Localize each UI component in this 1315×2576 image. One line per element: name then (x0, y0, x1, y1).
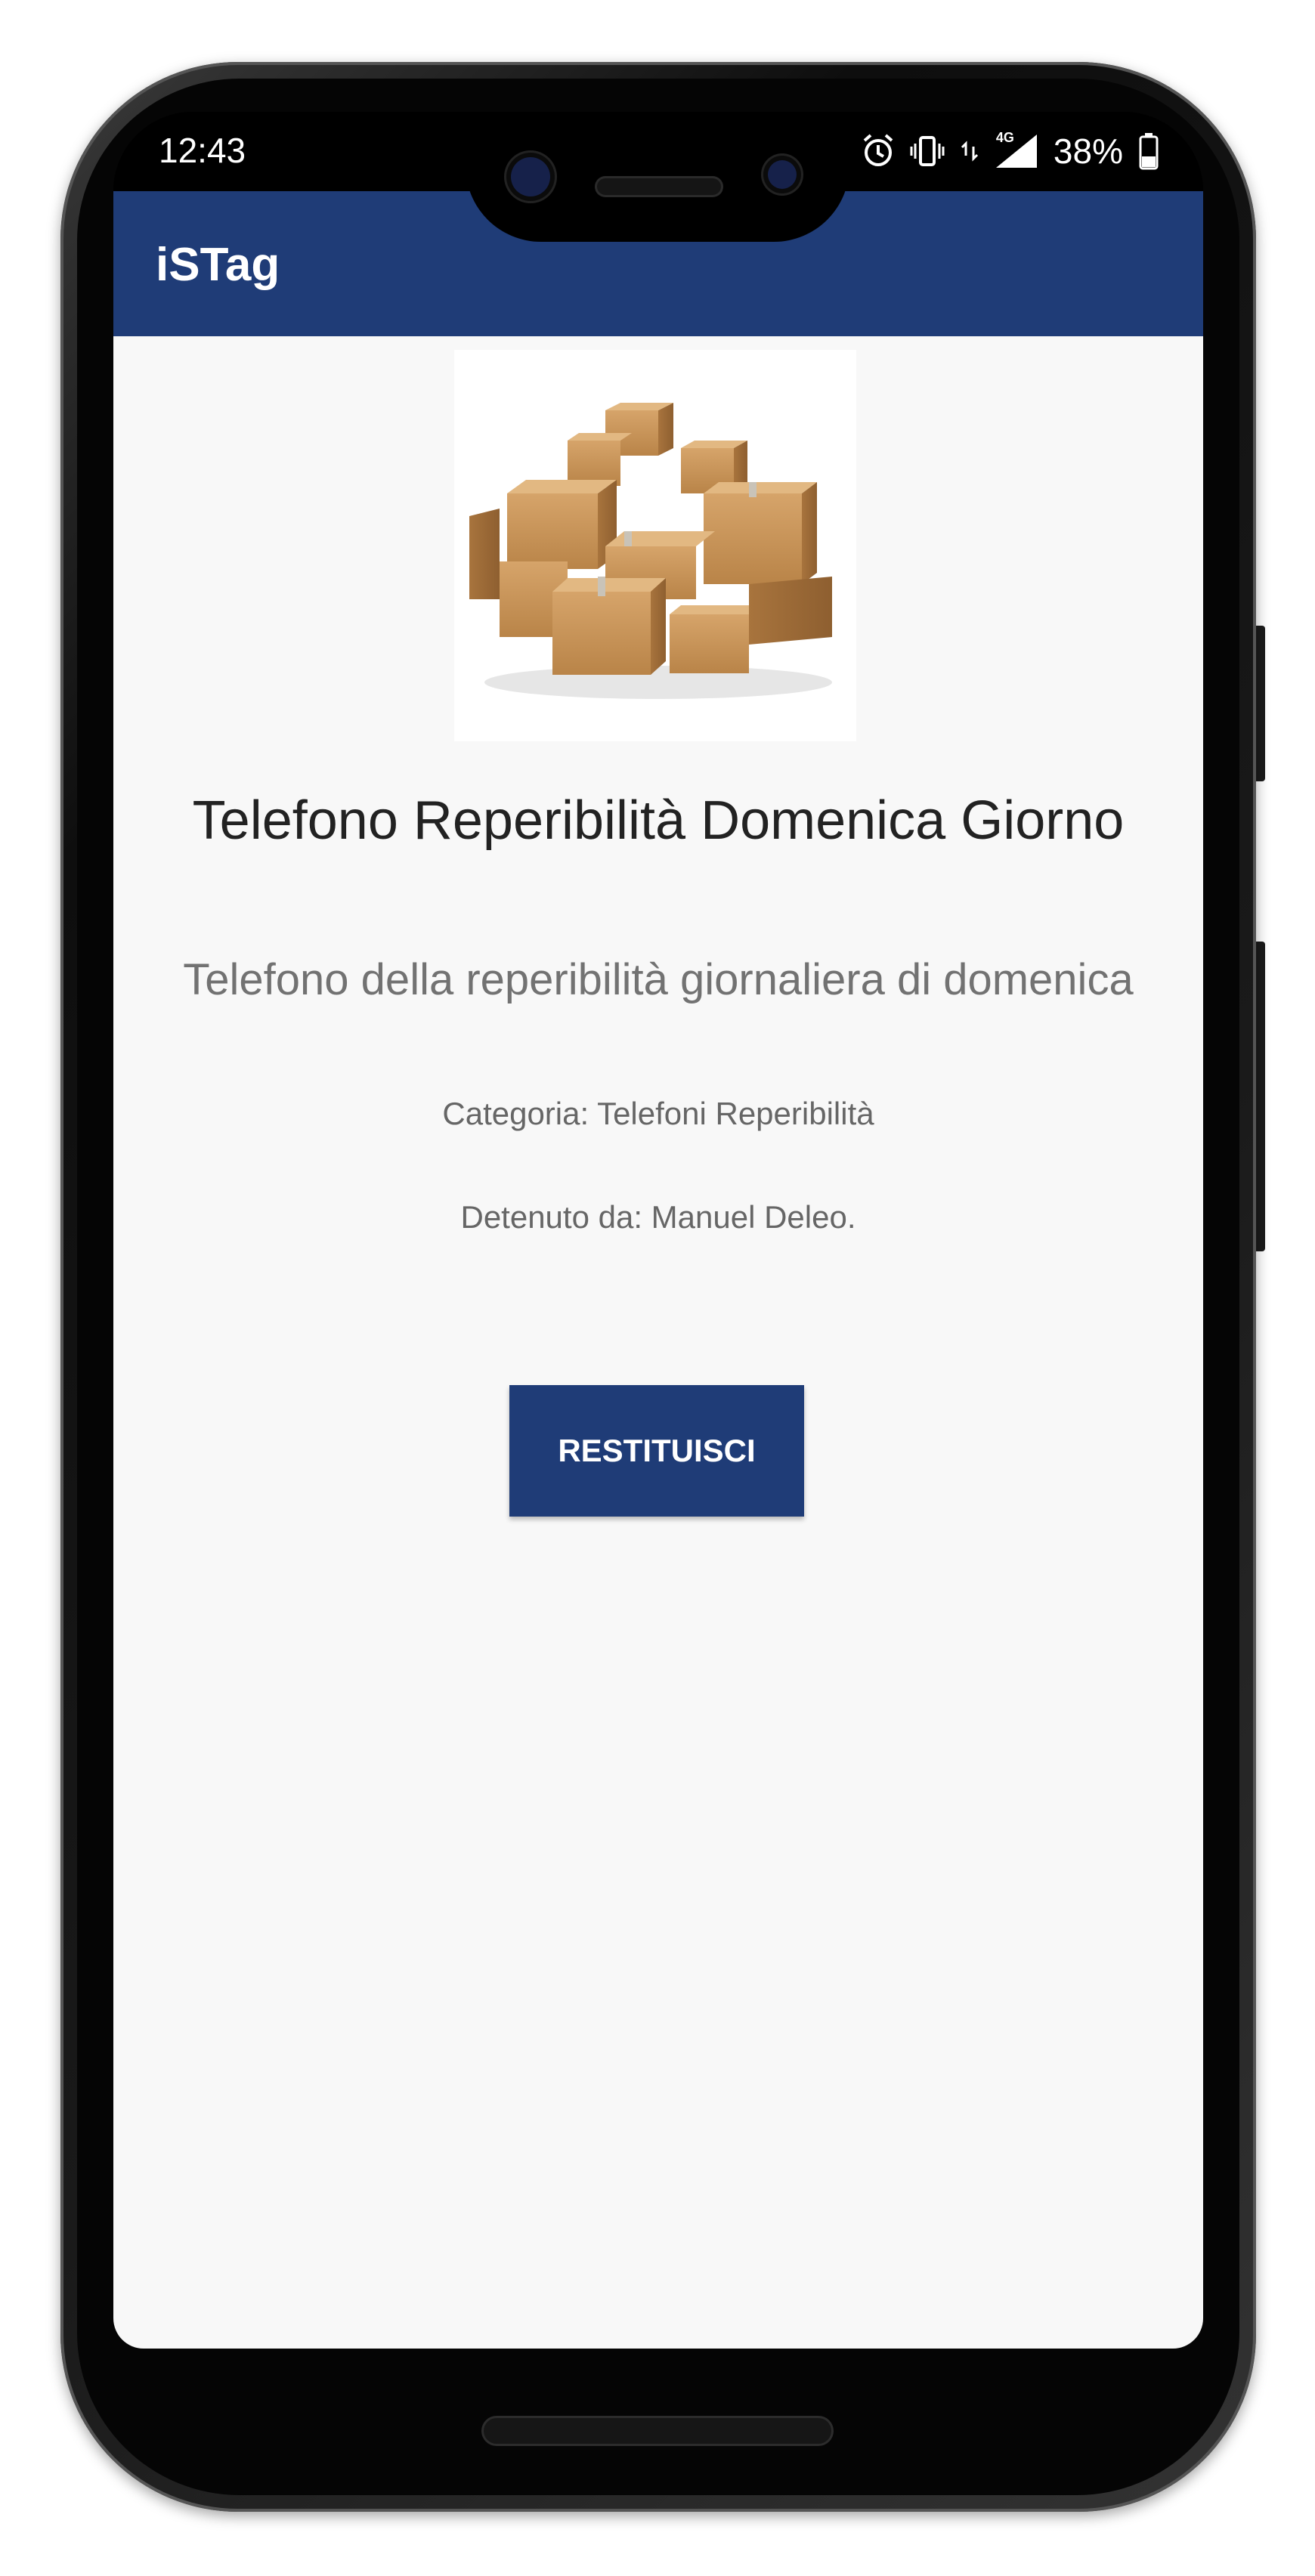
signal-icon: 4G (995, 130, 1038, 169)
status-time: 12:43 (159, 131, 246, 170)
item-category: Categoria: Telefoni Reperibilità (442, 1096, 874, 1131)
camera-notch (466, 112, 849, 242)
vibrate-icon (910, 136, 945, 166)
cardboard-boxes-icon (469, 403, 832, 699)
battery-percent: 38% (1053, 131, 1123, 171)
app-title: iSTag (156, 239, 280, 291)
item-title: Telefono Reperibilità Domenica Giorno (192, 790, 1125, 851)
phone-screen: 12:43 4G 38% iSTag Telefono Reperibilità… (113, 112, 1203, 2349)
home-indicator (484, 2418, 831, 2444)
battery-icon (1139, 133, 1159, 170)
alarm-icon (863, 134, 893, 166)
return-button[interactable]: RESTITUISCI (509, 1385, 804, 1517)
network-type: 4G (995, 130, 1014, 145)
item-detail: Telefono Reperibilità Domenica Giorno Te… (113, 336, 1203, 2349)
front-camera-icon (511, 157, 550, 196)
sensor-icon (768, 160, 797, 189)
status-icons: 4G 38% (862, 128, 1159, 174)
item-description: Telefono della reperibilità giornaliera … (183, 955, 1134, 1004)
item-holder: Detenuto da: Manuel Deleo. (460, 1199, 856, 1235)
data-arrows-icon (961, 141, 978, 162)
product-image (454, 350, 856, 741)
earpiece-speaker (597, 178, 721, 195)
